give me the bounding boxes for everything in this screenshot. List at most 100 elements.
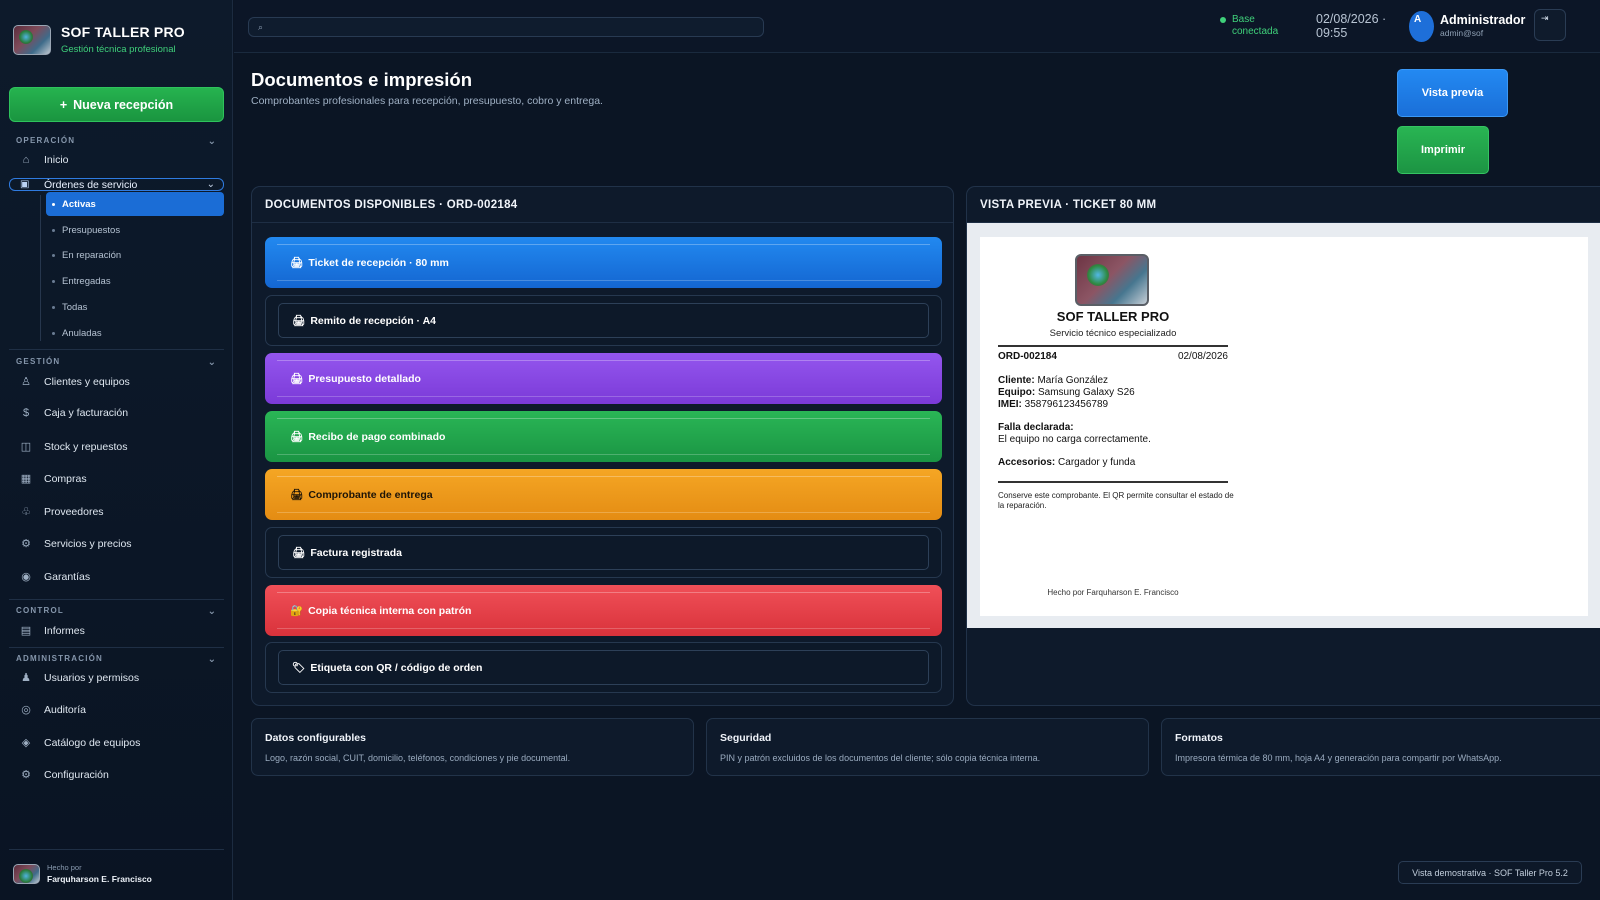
shield-icon: ◉ <box>21 571 31 583</box>
printer-icon: 🖨 <box>292 315 306 327</box>
sidebar-item-label: Auditoría <box>44 703 87 716</box>
sidebar-subitem-todas[interactable]: Todas <box>52 302 87 313</box>
doc-presupuesto[interactable]: 🖨 Presupuesto detallado <box>265 353 942 404</box>
subitem-label: En reparación <box>62 250 122 261</box>
sidebar-item-label: Garantías <box>44 570 91 583</box>
bullet-icon <box>52 229 55 232</box>
sidebar-item-label: Configuración <box>44 768 109 781</box>
sidebar-item-configuracion[interactable]: ⚙ Configuración <box>20 768 109 782</box>
sidebar-footer: Hecho por Farquharson E. Francisco <box>13 863 152 884</box>
ticket-client-line: Cliente: María González <box>998 375 1238 387</box>
ticket-device-label: Equipo: <box>998 387 1036 398</box>
clock: 02/08/2026 · 09:55 <box>1316 12 1386 40</box>
sidebar-subitem-activas[interactable]: Activas <box>46 192 224 216</box>
section-administracion[interactable]: ADMINISTRACIÓN ⌄ <box>16 654 216 665</box>
orders-icon: ▣ <box>20 179 30 190</box>
sidebar-item-usuarios[interactable]: ♟ Usuarios y permisos <box>20 671 139 685</box>
supplier-icon: ♧ <box>21 506 31 518</box>
sidebar-item-catalogo[interactable]: ◈ Catálogo de equipos <box>20 736 141 750</box>
sidebar-subitem-presupuestos[interactable]: Presupuestos <box>52 225 120 236</box>
footer-logo <box>13 863 40 884</box>
avatar[interactable]: A <box>1409 11 1434 42</box>
subitem-label: Entregadas <box>62 276 111 287</box>
ticket-order: ORD-002184 <box>998 351 1057 362</box>
user-icon: ♟ <box>21 672 31 684</box>
doc-recibo-pago[interactable]: 🖨 Recibo de pago combinado <box>265 411 942 462</box>
doc-remito-recepcion[interactable]: 🖨 Remito de recepción · A4 <box>265 295 942 346</box>
clock-time: 09:55 <box>1316 26 1348 40</box>
new-reception-button[interactable]: + Nueva recepción <box>9 87 224 122</box>
doc-label: Copia técnica interna con patrón <box>308 604 472 617</box>
demo-badge: Vista demostrativa · SOF Taller Pro 5.2 <box>1398 861 1582 884</box>
bullet-icon <box>52 280 55 283</box>
sidebar-item-label: Servicios y precios <box>44 537 132 550</box>
brand-logo <box>13 24 51 55</box>
dollar-icon: $ <box>22 407 30 419</box>
doc-comprobante-entrega[interactable]: 🖨 Comprobante de entrega <box>265 469 942 520</box>
sidebar-item-garantias[interactable]: ◉ Garantías <box>20 570 91 584</box>
sidebar-subitem-anuladas[interactable]: Anuladas <box>52 328 102 339</box>
sidebar-item-label: Caja y facturación <box>44 407 129 419</box>
doc-ticket-recepcion[interactable]: 🖨 Ticket de recepción · 80 mm <box>265 237 942 288</box>
sidebar-item-servicios[interactable]: ⚙ Servicios y precios <box>20 537 132 551</box>
ticket-imei-line: IMEI: 358796123456789 <box>998 399 1238 411</box>
divider <box>9 349 224 350</box>
chevron-down-icon: ⌄ <box>207 606 216 617</box>
print-button[interactable]: Imprimir <box>1397 126 1489 174</box>
section-control[interactable]: CONTROL ⌄ <box>16 606 216 617</box>
sidebar-item-stock[interactable]: ◫ Stock y repuestos <box>20 440 128 454</box>
sidebar-item-inicio[interactable]: ⌂ Inicio <box>20 154 69 166</box>
doc-copia-tecnica[interactable]: 🔐 Copia técnica interna con patrón <box>265 585 942 636</box>
doc-label: Presupuesto detallado <box>308 372 421 385</box>
sidebar-item-informes[interactable]: ▤ Informes <box>20 624 85 638</box>
doc-label: Factura registrada <box>310 546 402 559</box>
page-title: Documentos e impresión <box>251 69 473 90</box>
db-status: Base conectada <box>1220 14 1278 38</box>
sidebar-item-compras[interactable]: ▦ Compras <box>20 472 87 486</box>
sidebar-item-label: Informes <box>44 624 85 637</box>
footer-label: Hecho por <box>47 863 82 872</box>
preview-button[interactable]: Vista previa <box>1397 69 1508 117</box>
logout-button[interactable]: ⇥ <box>1534 9 1566 41</box>
topbar: ⌕ Base conectada 02/08/2026 · 09:55 A Ad… <box>234 0 1600 53</box>
lock-icon: 🔐 <box>290 605 304 617</box>
doc-label: Comprobante de entrega <box>308 488 433 501</box>
catalog-icon: ◈ <box>21 737 31 749</box>
sidebar-subitem-entregadas[interactable]: Entregadas <box>52 276 111 287</box>
sidebar-item-label: Stock y repuestos <box>44 440 128 453</box>
sidebar: SOF TALLER PRO Gestión técnica profesion… <box>0 0 233 900</box>
ticket-tagline: Servicio técnico especializado <box>1049 328 1177 339</box>
subitem-label: Anuladas <box>62 328 102 339</box>
plus-icon: + <box>59 97 68 112</box>
box-icon: ◫ <box>20 441 32 453</box>
user-email: admin@sof <box>1440 28 1484 38</box>
sidebar-item-auditoria[interactable]: ◎ Auditoría <box>20 703 87 717</box>
audit-icon: ◎ <box>21 704 31 716</box>
subitem-label: Presupuestos <box>62 225 121 236</box>
sidebar-item-proveedores[interactable]: ♧ Proveedores <box>20 505 104 519</box>
sidebar-item-ordenes[interactable]: ▣ Órdenes de servicio ⌄ <box>9 178 224 191</box>
doc-factura[interactable]: 🖨 Factura registrada <box>265 527 942 578</box>
section-operacion[interactable]: OPERACIÓN ⌄ <box>16 136 216 147</box>
doc-etiqueta-qr[interactable]: 🏷 Etiqueta con QR / código de orden <box>265 642 942 693</box>
sidebar-item-clientes[interactable]: ♙ Clientes y equipos <box>20 375 130 389</box>
brand[interactable]: SOF TALLER PRO Gestión técnica profesion… <box>13 24 185 55</box>
section-label: OPERACIÓN <box>16 136 76 145</box>
doc-label: Remito de recepción · A4 <box>310 314 436 327</box>
subitem-label: Todas <box>62 302 88 313</box>
user-name: Administrador <box>1440 13 1526 27</box>
ticket-client-label: Cliente: <box>998 375 1035 386</box>
sidebar-item-label: Proveedores <box>44 505 104 518</box>
sidebar-item-label: Catálogo de equipos <box>44 736 141 749</box>
ticket-date: 02/08/2026 <box>1177 351 1228 362</box>
card-title: Datos configurables <box>265 732 366 744</box>
sidebar-item-caja[interactable]: $ Caja y facturación <box>20 407 128 419</box>
printer-icon: 🖨 <box>290 257 304 269</box>
search-input[interactable]: ⌕ <box>248 17 764 37</box>
status-dot-icon <box>1220 17 1226 23</box>
chevron-down-icon: ⌄ <box>207 654 216 665</box>
sidebar-subitem-en-reparacion[interactable]: En reparación <box>52 250 121 261</box>
logout-icon: ⇥ <box>1541 13 1549 23</box>
ticket-fault: El equipo no carga correctamente. <box>998 434 1151 445</box>
section-gestion[interactable]: GESTIÓN ⌄ <box>16 357 216 368</box>
